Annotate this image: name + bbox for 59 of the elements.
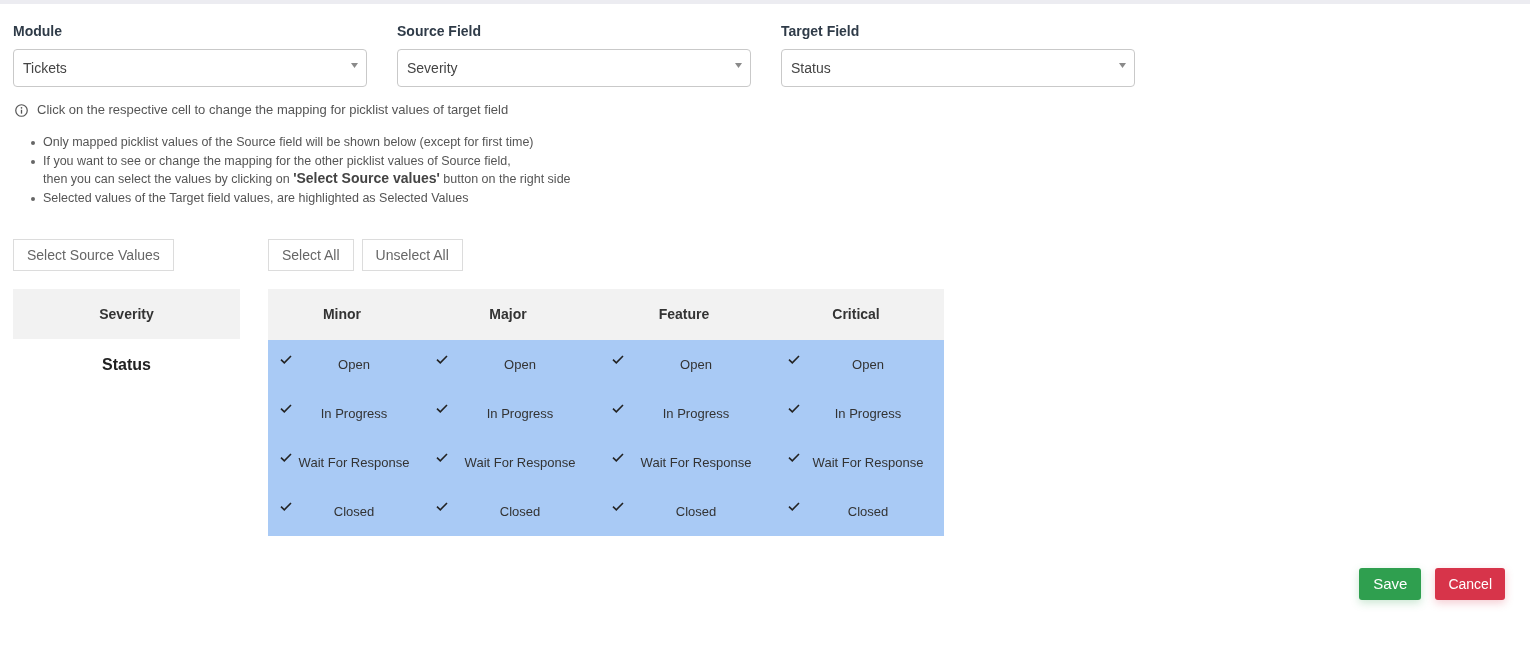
- mapping-cell[interactable]: Wait For Response: [600, 437, 776, 487]
- select-source-values-button[interactable]: Select Source Values: [13, 238, 174, 271]
- source-field-header: Severity: [13, 288, 240, 339]
- mapping-cell[interactable]: Wait For Response: [424, 437, 600, 487]
- column-header: Minor: [268, 288, 424, 340]
- bullet-icon: [31, 197, 35, 202]
- check-icon: [788, 355, 800, 365]
- target-field-label: Status: [101, 354, 152, 375]
- check-icon: [612, 453, 624, 463]
- dropdown-field[interactable]: Severity: [397, 49, 751, 87]
- mapping-cell[interactable]: Closed: [424, 486, 600, 536]
- column-header: Critical: [776, 288, 944, 340]
- mapping-cell[interactable]: Open: [600, 339, 776, 389]
- check-icon: [280, 502, 292, 512]
- field-label: Target Field: [781, 22, 861, 40]
- mapping-cell[interactable]: Closed: [776, 486, 944, 536]
- column-header: Major: [424, 288, 600, 340]
- check-icon: [436, 404, 448, 414]
- check-icon: [280, 355, 292, 365]
- check-icon: [436, 355, 448, 365]
- dropdown-field[interactable]: Tickets: [13, 49, 367, 87]
- mapping-cell[interactable]: Open: [268, 339, 424, 389]
- bulk-select-button[interactable]: Unselect All: [361, 238, 463, 271]
- bulk-select-button[interactable]: Select All: [268, 238, 354, 271]
- caret-icon: [1119, 62, 1126, 68]
- caret-icon: [735, 62, 742, 68]
- check-icon: [436, 502, 448, 512]
- mapping-cell[interactable]: In Progress: [600, 388, 776, 438]
- check-icon: [788, 404, 800, 414]
- column-header: Feature: [600, 288, 776, 340]
- check-icon: [612, 404, 624, 414]
- note-text: Selected values of the Target field values, are highlighted as Selected Values: [43, 190, 469, 208]
- mapping-cell[interactable]: Wait For Response: [776, 437, 944, 487]
- note-text: Only mapped picklist values of the Source field will be shown below (except for first time): [43, 134, 534, 151]
- mapping-cell[interactable]: Wait For Response: [268, 437, 424, 487]
- info-icon: [15, 103, 28, 117]
- check-icon: [788, 502, 800, 512]
- mapping-cell[interactable]: Closed: [268, 486, 424, 536]
- info-text: Click on the respective cell to change the mapping for picklist values of target field: [37, 101, 509, 119]
- mapping-cell[interactable]: In Progress: [424, 388, 600, 438]
- mapping-cell[interactable]: Closed: [600, 486, 776, 536]
- check-icon: [612, 502, 624, 512]
- field-label: Module: [13, 22, 63, 40]
- field-label: Source Field: [397, 22, 483, 40]
- check-icon: [280, 404, 292, 414]
- check-icon: [436, 453, 448, 463]
- bullet-icon: [31, 141, 35, 145]
- check-icon: [280, 453, 292, 463]
- bullet-icon: [31, 159, 35, 164]
- caret-icon: [351, 62, 358, 68]
- mapping-cell[interactable]: In Progress: [268, 388, 424, 438]
- check-icon: [788, 453, 800, 463]
- mapping-cell[interactable]: Open: [424, 339, 600, 389]
- note-text: If you want to see or change the mapping for the other picklist values of Source field, then you can select the values by clicking on 'Select Source values' button on the right side: [43, 152, 571, 189]
- mapping-cell[interactable]: In Progress: [776, 388, 944, 438]
- mapping-cell[interactable]: Open: [776, 339, 944, 389]
- check-icon: [612, 355, 624, 365]
- cancel-button[interactable]: Cancel: [1435, 567, 1505, 600]
- dropdown-field[interactable]: Status: [781, 49, 1135, 87]
